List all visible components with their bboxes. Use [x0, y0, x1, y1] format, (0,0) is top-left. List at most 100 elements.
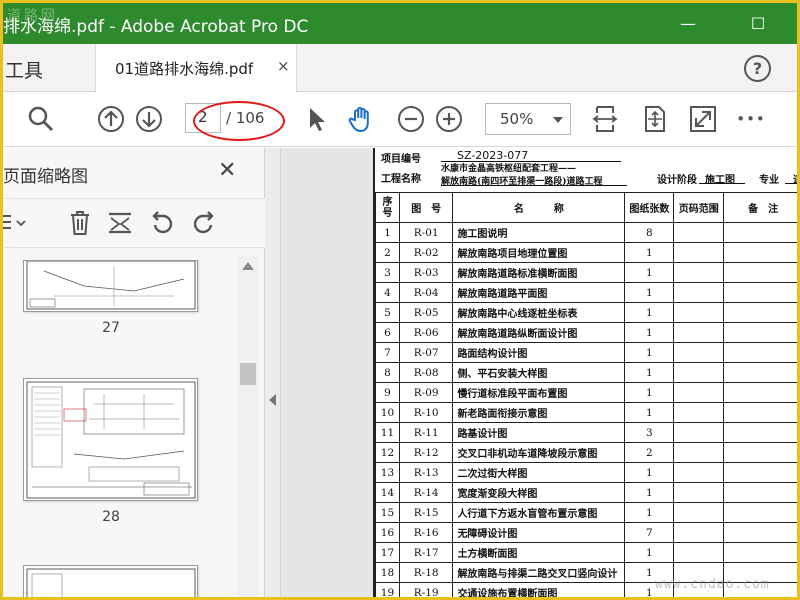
row-number: 6: [375, 322, 400, 343]
crop-page-icon[interactable]: [105, 208, 135, 238]
delete-page-icon[interactable]: [65, 208, 95, 238]
row-number: 17: [375, 542, 400, 563]
previous-page-icon[interactable]: [95, 103, 127, 135]
close-tab-icon[interactable]: ×: [277, 57, 290, 75]
zoom-level-dropdown[interactable]: 50%: [485, 103, 571, 135]
drawing-code: R-02: [398, 242, 454, 263]
sheet-count: 7: [624, 522, 675, 543]
table-row: 13 R-13 二次过街大样图 1: [375, 462, 797, 483]
next-page-icon[interactable]: [133, 103, 165, 135]
page-thumbnail-27[interactable]: [23, 260, 198, 312]
table-row: 10 R-10 新老路面衔接示意图 1: [375, 402, 797, 423]
row-number: 13: [375, 462, 400, 483]
remark: [723, 262, 797, 283]
remark: [723, 242, 797, 263]
tab-tools[interactable]: 工具: [3, 44, 93, 92]
drawing-code: R-07: [398, 342, 454, 363]
page-range: [673, 242, 725, 263]
row-number: 12: [375, 442, 400, 463]
page-range: [673, 522, 725, 543]
page-range: [673, 362, 725, 383]
remark: [723, 502, 797, 523]
more-tools-icon[interactable]: •••: [735, 103, 767, 135]
hand-tool-icon[interactable]: [345, 103, 377, 135]
drawing-code: R-12: [398, 442, 454, 463]
rotate-right-icon[interactable]: [189, 208, 219, 238]
full-screen-icon[interactable]: [687, 103, 719, 135]
rotate-left-icon[interactable]: [147, 208, 177, 238]
table-row: 12 R-12 交叉口非机动车道降坡段示意图 2: [375, 442, 797, 463]
page-thumbnail-29[interactable]: [23, 565, 198, 597]
fit-width-icon[interactable]: [589, 103, 621, 135]
drawing-name: 解放南路道路标准横断面图: [452, 262, 626, 283]
collapse-arrow-icon: [269, 394, 276, 406]
drawing-code: R-13: [398, 462, 454, 483]
row-number: 8: [375, 362, 400, 383]
minimize-button[interactable]: —: [665, 3, 711, 44]
drawing-name: 交叉口非机动车道降坡段示意图: [452, 442, 626, 463]
table-row: 11 R-11 路基设计图 3: [375, 422, 797, 443]
drawing-code: R-15: [398, 502, 454, 523]
maximize-button[interactable]: ☐: [735, 3, 781, 44]
annotation-ellipse: [193, 101, 285, 141]
thumbnail-options-icon[interactable]: [3, 208, 27, 238]
sheet-count: 1: [624, 322, 675, 343]
drawing-name: 解放南路中心线逐桩坐标表: [452, 302, 626, 323]
row-number: 5: [375, 302, 400, 323]
sheet-count: 1: [624, 402, 675, 423]
page-range: [673, 342, 725, 363]
zoom-out-icon[interactable]: [395, 103, 427, 135]
window-title: 排水海绵.pdf - Adobe Acrobat Pro DC: [3, 17, 309, 37]
close-panel-icon[interactable]: ✕: [218, 158, 236, 183]
zoom-in-icon[interactable]: [433, 103, 465, 135]
tab-bar: 工具 01道路排水海绵.pdf × ?: [3, 44, 797, 93]
drawing-code: R-11: [398, 422, 454, 443]
table-row: 16 R-16 无障碍设计图 7: [375, 522, 797, 543]
search-icon[interactable]: [25, 103, 57, 135]
drawing-code: R-18: [398, 562, 454, 583]
table-row: 7 R-07 路面结构设计图 1: [375, 342, 797, 363]
select-cursor-icon[interactable]: [299, 103, 331, 135]
panel-toolbar: [3, 198, 265, 248]
thumbnail-scrollbar[interactable]: [238, 256, 258, 597]
project-no-label: 项目编号: [381, 154, 421, 165]
panel-collapse-handle[interactable]: [265, 148, 281, 597]
page-thumbnail-28[interactable]: [23, 378, 198, 501]
sheet-count: 3: [624, 422, 675, 443]
drawing-name: 无障碍设计图: [452, 522, 626, 543]
drawing-name: 侧、平石安装大样图: [452, 362, 626, 383]
row-number: 11: [375, 422, 400, 443]
fit-page-icon[interactable]: [639, 103, 671, 135]
sheet-count: 1: [624, 302, 675, 323]
column-header: 页码范围: [673, 192, 725, 223]
drawing-code: R-08: [398, 362, 454, 383]
remark: [723, 442, 797, 463]
row-number: 16: [375, 522, 400, 543]
row-number: 2: [375, 242, 400, 263]
tab-document-label: 01道路排水海绵.pdf: [115, 60, 254, 78]
page-range: [673, 382, 725, 403]
page-range: [673, 222, 725, 243]
scrollbar-thumb[interactable]: [240, 363, 256, 385]
sheet-count: 1: [624, 362, 675, 383]
column-header: 图纸张数: [624, 192, 675, 223]
row-number: 18: [375, 562, 400, 583]
drawing-code: R-10: [398, 402, 454, 423]
drawing-name: 慢行道标准段平面布置图: [452, 382, 626, 403]
drawing-code: R-05: [398, 302, 454, 323]
sheet-count: 1: [624, 502, 675, 523]
drawing-name: 土方横断面图: [452, 542, 626, 563]
title-bar: 道路网 排水海绵.pdf - Adobe Acrobat Pro DC — ☐: [3, 3, 797, 44]
sheet-count: 1: [624, 482, 675, 503]
help-icon[interactable]: ?: [744, 55, 771, 82]
scroll-up-arrow-icon[interactable]: [242, 262, 254, 270]
table-row: 6 R-06 解放南路道路纵断面设计图 1: [375, 322, 797, 343]
sheet-count: 1: [624, 342, 675, 363]
row-number: 1: [375, 222, 400, 243]
drawing-code: R-04: [398, 282, 454, 303]
table-row: 1 R-01 施工图说明 8: [375, 222, 797, 243]
column-header: 名 称: [452, 192, 626, 223]
tab-document[interactable]: 01道路排水海绵.pdf ×: [95, 44, 297, 93]
drawing-code: R-14: [398, 482, 454, 503]
row-number: 10: [375, 402, 400, 423]
